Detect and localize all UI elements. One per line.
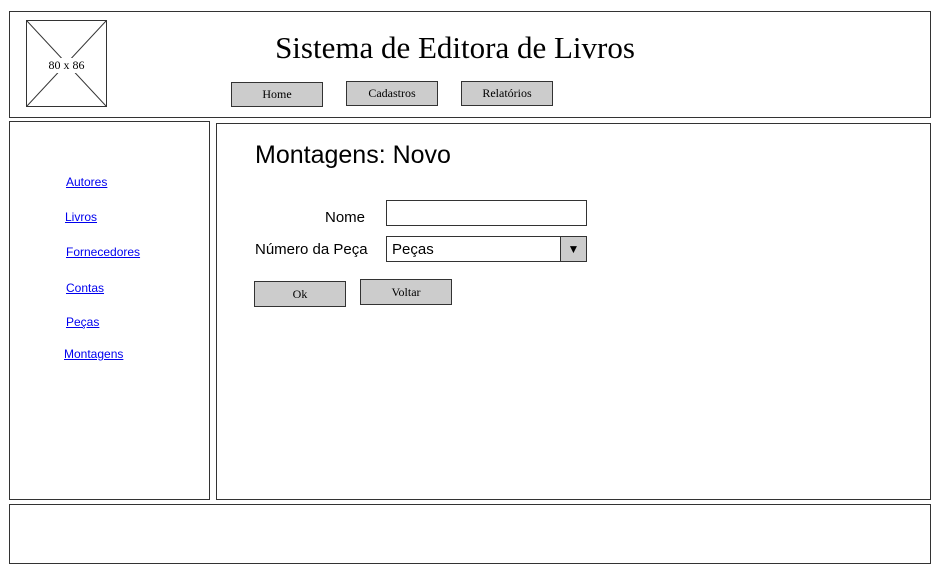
sidebar-link-fornecedores[interactable]: Fornecedores: [66, 245, 140, 259]
nav-cadastros-button[interactable]: Cadastros: [346, 81, 438, 106]
page-title: Montagens: Novo: [255, 141, 451, 169]
footer: [9, 504, 931, 564]
triangle-down-icon[interactable]: ▼: [560, 237, 586, 261]
sidebar-link-autores[interactable]: Autores: [66, 175, 107, 189]
app-title: Sistema de Editora de Livros: [275, 30, 635, 65]
nome-label: Nome: [325, 209, 366, 226]
numero-peca-selected-value: Peças: [392, 241, 434, 258]
sidebar-link-livros[interactable]: Livros: [65, 210, 97, 224]
numero-peca-select[interactable]: Peças ▼: [386, 236, 587, 262]
sidebar-link-montagens[interactable]: Montagens: [64, 347, 123, 361]
numero-peca-label: Número da Peça: [255, 241, 368, 258]
sidebar-link-contas[interactable]: Contas: [66, 281, 104, 295]
main-panel: [216, 123, 931, 500]
sidebar-link-pecas[interactable]: Peças: [66, 315, 99, 329]
ok-button[interactable]: Ok: [254, 281, 346, 307]
nav-home-button[interactable]: Home: [231, 82, 323, 107]
nome-input[interactable]: [386, 200, 587, 226]
logo-placeholder: 80 x 86: [26, 20, 107, 107]
voltar-button[interactable]: Voltar: [360, 279, 452, 305]
nav-relatorios-button[interactable]: Relatórios: [461, 81, 553, 106]
logo-placeholder-text: 80 x 86: [27, 58, 106, 73]
sidebar: [9, 121, 210, 500]
